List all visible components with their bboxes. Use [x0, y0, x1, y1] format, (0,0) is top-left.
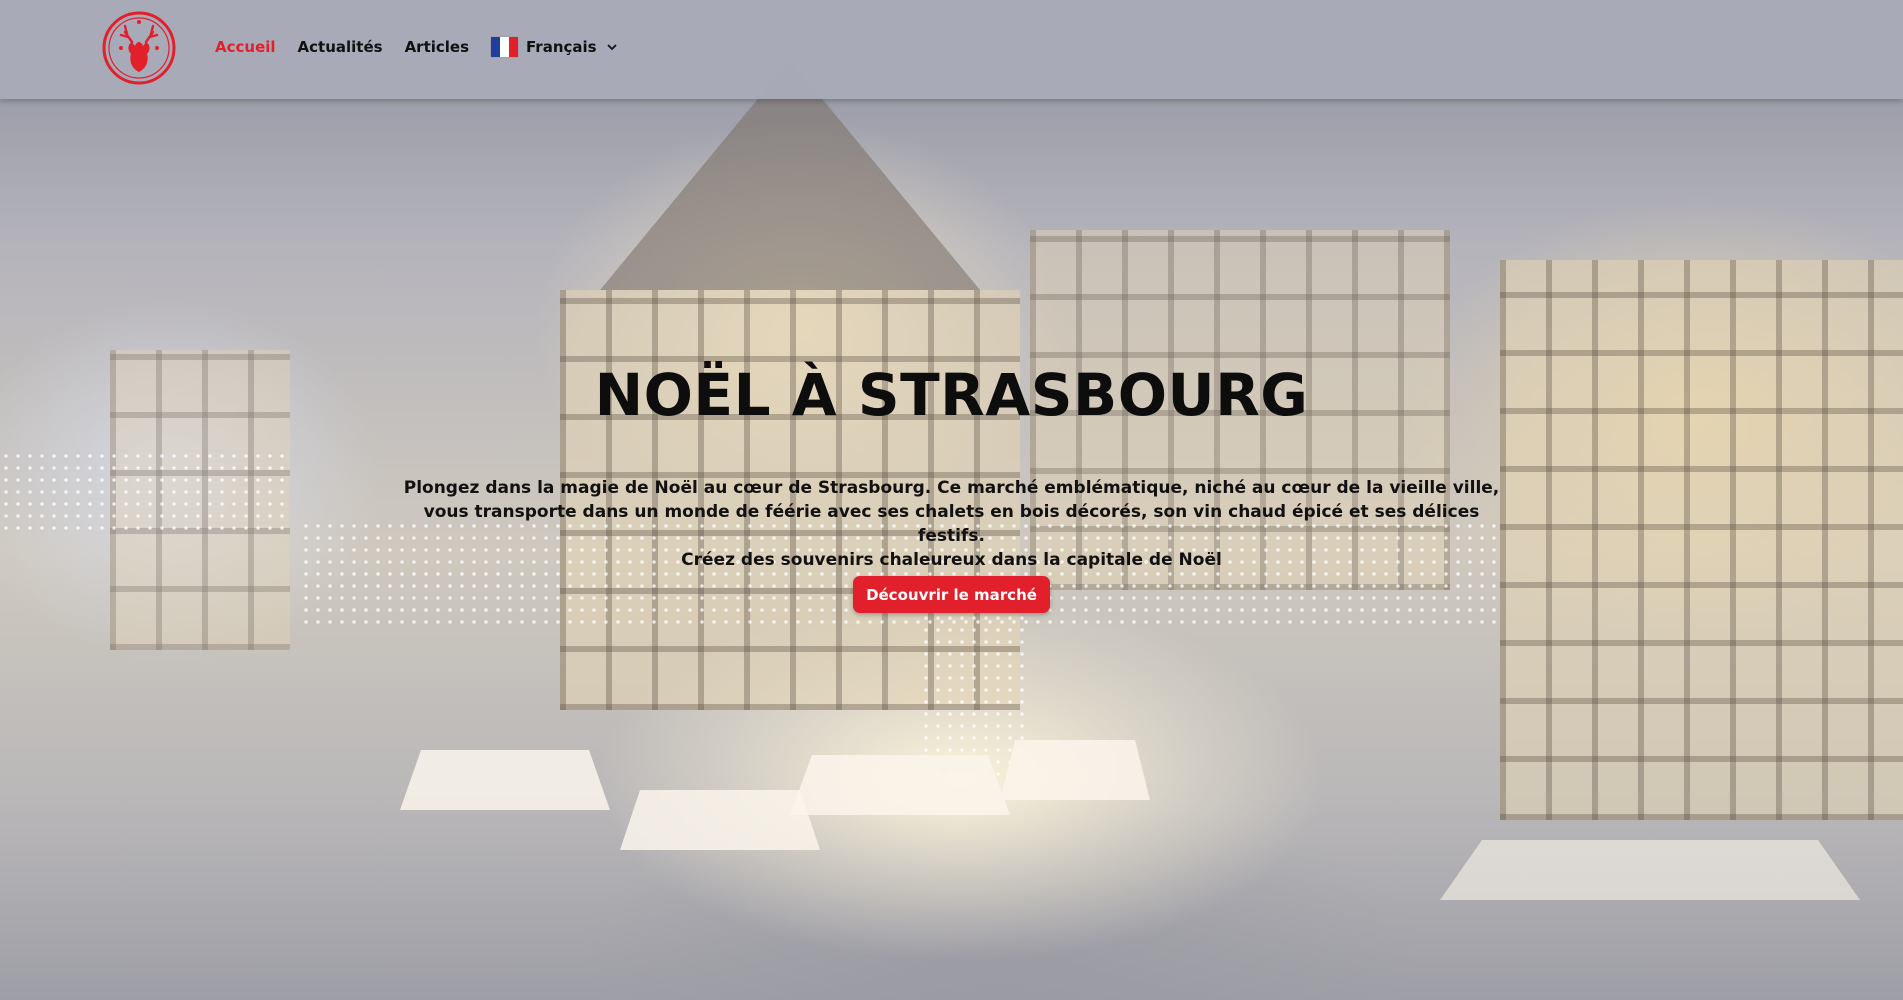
page: Accueil Actualités Articles Français NOË…	[0, 0, 1903, 1000]
language-selector[interactable]: Français	[491, 37, 617, 57]
chevron-down-icon	[606, 41, 617, 54]
nav-item-actualites[interactable]: Actualités	[298, 38, 383, 56]
hero-description-line: Plongez dans la magie de Noël au cœur de…	[403, 478, 1500, 498]
nav-item-accueil[interactable]: Accueil	[215, 38, 276, 56]
main-nav: Accueil Actualités Articles Français	[215, 37, 617, 57]
nav-item-articles[interactable]: Articles	[405, 38, 469, 56]
hero-description-line: Créez des souvenirs chaleureux dans la c…	[681, 550, 1222, 570]
hero-section: NOËL À STRASBOURG Plongez dans la magie …	[0, 99, 1903, 1000]
hero-description: Plongez dans la magie de Noël au cœur de…	[400, 476, 1503, 572]
hero-title: NOËL À STRASBOURG	[594, 361, 1309, 429]
french-flag-icon	[491, 37, 519, 57]
language-label: Français	[526, 38, 597, 56]
site-header: Accueil Actualités Articles Français	[0, 0, 1903, 99]
reindeer-logo-icon[interactable]	[101, 10, 177, 86]
discover-market-button[interactable]: Découvrir le marché	[853, 576, 1050, 613]
hero-description-line: vous transporte dans un monde de féérie …	[423, 502, 1480, 546]
